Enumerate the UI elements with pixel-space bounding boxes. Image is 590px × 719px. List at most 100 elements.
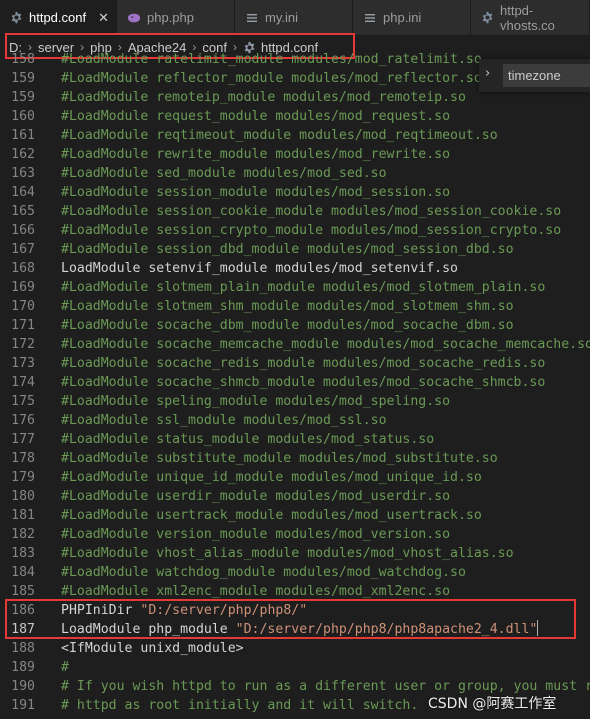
code-line[interactable]: 180 #LoadModule userdir_module modules/mo… xyxy=(0,487,590,506)
line-text: #LoadModule session_module modules/mod_s… xyxy=(61,185,451,200)
tab-php-ini[interactable]: php.ini xyxy=(353,0,471,35)
line-number: 158 xyxy=(11,52,35,67)
code-line[interactable]: 162 #LoadModule rewrite_module modules/mo… xyxy=(0,145,590,164)
code-line[interactable]: 178 #LoadModule substitute_module modules… xyxy=(0,449,590,468)
line-number: 187 xyxy=(11,622,35,637)
line-number: 179 xyxy=(11,470,35,485)
code-editor[interactable]: 158 #LoadModule ratelimit_module modules/… xyxy=(0,50,590,719)
code-line[interactable]: 177 #LoadModule status_module modules/mod… xyxy=(0,430,590,449)
find-input[interactable] xyxy=(503,64,590,87)
code-line[interactable]: 169 #LoadModule slotmem_plain_module modu… xyxy=(0,278,590,297)
code-line[interactable]: 166 #LoadModule session_crypto_module mod… xyxy=(0,221,590,240)
code-line[interactable]: 167 #LoadModule session_dbd_module module… xyxy=(0,240,590,259)
code-line[interactable]: 183 #LoadModule vhost_alias_module module… xyxy=(0,544,590,563)
line-number: 161 xyxy=(11,128,35,143)
line-number: 183 xyxy=(11,546,35,561)
line-text: #LoadModule slotmem_plain_module modules… xyxy=(61,280,546,295)
code-line[interactable]: 179 #LoadModule unique_id_module modules/… xyxy=(0,468,590,487)
line-number: 159 xyxy=(11,71,35,86)
line-number: 173 xyxy=(11,356,35,371)
line-text: #LoadModule usertrack_module modules/mod… xyxy=(61,508,482,523)
line-text: # xyxy=(61,660,69,675)
code-line[interactable]: 160 #LoadModule request_module modules/mo… xyxy=(0,107,590,126)
line-number: 177 xyxy=(11,432,35,447)
directive-keyword: PHPIniDir xyxy=(61,603,141,618)
toggle-replace-chevron-icon[interactable]: › xyxy=(485,66,490,81)
tab-my-ini[interactable]: my.ini xyxy=(235,0,353,35)
code-line[interactable]: 170 #LoadModule slotmem_shm_module module… xyxy=(0,297,590,316)
code-line[interactable]: 165 #LoadModule session_cookie_module mod… xyxy=(0,202,590,221)
line-text: #LoadModule xml2enc_module modules/mod_x… xyxy=(61,584,451,599)
tab-httpd-conf[interactable]: httpd.conf ✕ xyxy=(0,0,117,35)
line-text: <IfModule unixd_module> xyxy=(61,641,244,656)
code-line[interactable]: 185 #LoadModule xml2enc_module modules/mo… xyxy=(0,582,590,601)
string-literal: "D:/server/php/php8/php8apache2_4.dll" xyxy=(235,622,538,637)
line-number: 165 xyxy=(11,204,35,219)
line-text: #LoadModule remoteip_module modules/mod_… xyxy=(61,90,466,105)
code-line[interactable]: 161 #LoadModule reqtimeout_module modules… xyxy=(0,126,590,145)
tab-bar: httpd.conf ✕ php.php my.ini php.ini httpd-vho… xyxy=(0,0,590,36)
code-line[interactable]: 176 #LoadModule ssl_module modules/mod_ss… xyxy=(0,411,590,430)
line-number: 175 xyxy=(11,394,35,409)
lines-file-icon xyxy=(245,11,259,25)
line-text: #LoadModule version_module modules/mod_v… xyxy=(61,527,451,542)
line-text: #LoadModule watchdog_module modules/mod_… xyxy=(61,565,466,580)
line-text: #LoadModule socache_redis_module modules… xyxy=(61,356,546,371)
line-text: #LoadModule session_crypto_module module… xyxy=(61,223,562,238)
line-text: #LoadModule userdir_module modules/mod_u… xyxy=(61,489,451,504)
line-number: 169 xyxy=(11,280,35,295)
directive-keyword: LoadModule php_module xyxy=(61,622,236,637)
code-line[interactable]: 164 #LoadModule session_module modules/mo… xyxy=(0,183,590,202)
line-text: #LoadModule reflector_module modules/mod… xyxy=(61,71,482,86)
line-number: 191 xyxy=(11,698,35,713)
line-text: #LoadModule session_dbd_module modules/m… xyxy=(61,242,514,257)
line-text: #LoadModule socache_shmcb_module modules… xyxy=(61,375,546,390)
line-number: 188 xyxy=(11,641,35,656)
code-line[interactable]: 172 #LoadModule socache_memcache_module m… xyxy=(0,335,590,354)
line-number: 184 xyxy=(11,565,35,580)
line-text: LoadModule setenvif_module modules/mod_s… xyxy=(61,261,458,276)
close-icon[interactable]: ✕ xyxy=(98,10,109,26)
line-text: #LoadModule substitute_module modules/mo… xyxy=(61,451,498,466)
tab-label: my.ini xyxy=(265,10,298,25)
code-line[interactable]: 186 PHPIniDir "D:/server/php/php8/" xyxy=(0,601,590,620)
line-number: 171 xyxy=(11,318,35,333)
line-text: #LoadModule slotmem_shm_module modules/m… xyxy=(61,299,514,314)
line-text: #LoadModule socache_dbm_module modules/m… xyxy=(61,318,514,333)
line-text: #LoadModule session_cookie_module module… xyxy=(61,204,562,219)
line-text: #LoadModule unique_id_module modules/mod… xyxy=(61,470,482,485)
code-line[interactable]: 175 #LoadModule speling_module modules/mo… xyxy=(0,392,590,411)
text-cursor xyxy=(537,620,539,636)
line-text: #LoadModule sed_module modules/mod_sed.s… xyxy=(61,166,387,181)
tab-httpd-vhosts-co[interactable]: httpd-vhosts.co xyxy=(471,0,590,35)
line-number: 181 xyxy=(11,508,35,523)
tab-label: httpd-vhosts.co xyxy=(500,2,555,33)
code-line[interactable]: 182 #LoadModule version_module modules/mo… xyxy=(0,525,590,544)
line-text: LoadModule php_module "D:/server/php/php… xyxy=(61,620,539,639)
code-line[interactable]: 174 #LoadModule socache_shmcb_module modu… xyxy=(0,373,590,392)
php-elephant-icon xyxy=(127,11,141,25)
tab-label: php.ini xyxy=(383,10,422,25)
code-line[interactable]: 163 #LoadModule sed_module modules/mod_se… xyxy=(0,164,590,183)
code-line[interactable]: 184 #LoadModule watchdog_module modules/m… xyxy=(0,563,590,582)
code-line[interactable]: 188 <IfModule unixd_module> xyxy=(0,639,590,658)
line-number: 167 xyxy=(11,242,35,257)
code-line[interactable]: 189 # xyxy=(0,658,590,677)
code-line[interactable]: 171 #LoadModule socache_dbm_module module… xyxy=(0,316,590,335)
tab-php-php[interactable]: php.php xyxy=(117,0,235,35)
code-line[interactable]: 173 #LoadModule socache_redis_module modu… xyxy=(0,354,590,373)
line-number: 170 xyxy=(11,299,35,314)
line-number: 186 xyxy=(11,603,35,618)
code-line[interactable]: 187 LoadModule php_module "D:/server/php/… xyxy=(0,620,590,639)
gear-icon xyxy=(481,11,494,25)
line-number: 172 xyxy=(11,337,35,352)
code-line[interactable]: 181 #LoadModule usertrack_module modules/… xyxy=(0,506,590,525)
line-text: #LoadModule ratelimit_module modules/mod… xyxy=(61,52,482,67)
gear-icon xyxy=(10,11,23,25)
code-line[interactable]: 168 LoadModule setenvif_module modules/mo… xyxy=(0,259,590,278)
line-number: 159 xyxy=(11,90,35,105)
string-literal: "D:/server/php/php8/" xyxy=(140,603,308,618)
line-text: #LoadModule socache_memcache_module modu… xyxy=(61,337,590,352)
lines-file-icon xyxy=(363,11,377,25)
line-text: #LoadModule vhost_alias_module modules/m… xyxy=(61,546,514,561)
